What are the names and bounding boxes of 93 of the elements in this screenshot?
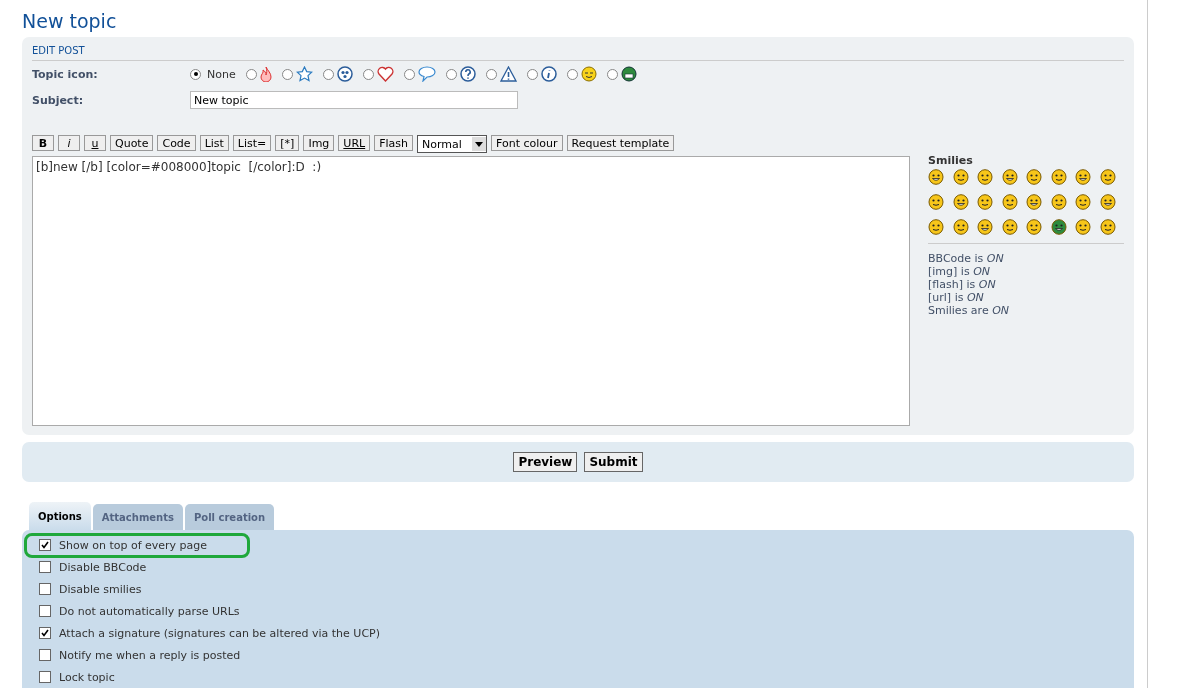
format-button[interactable]: Img: [303, 135, 335, 151]
radio-button[interactable]: [245, 68, 257, 80]
checkbox[interactable]: [39, 671, 51, 683]
format-button[interactable]: [*]: [275, 135, 300, 151]
radio-button[interactable]: [190, 68, 201, 80]
smiley-icon[interactable]: [928, 194, 944, 210]
smiley-icon[interactable]: [928, 169, 944, 185]
format-button[interactable]: Request template: [566, 135, 675, 151]
smilies-heading: Smilies: [928, 154, 974, 167]
flame-icon: [259, 66, 272, 82]
smiley-icon[interactable]: [1099, 194, 1116, 210]
smiley-icon[interactable]: [1075, 169, 1091, 185]
radio-button[interactable]: [485, 68, 497, 80]
smiley-icon[interactable]: [1001, 169, 1018, 185]
format-button[interactable]: Font colour: [491, 135, 563, 151]
smiley-icon[interactable]: [977, 219, 993, 235]
checkbox[interactable]: [39, 583, 51, 595]
smiley-icon[interactable]: [1075, 194, 1091, 210]
option-label: Notify me when a reply is posted: [59, 648, 241, 662]
status-text: [flash] is ON: [928, 278, 997, 291]
checkbox[interactable]: [39, 649, 51, 661]
smiley-icon[interactable]: [977, 194, 993, 210]
format-button[interactable]: List=: [232, 135, 272, 151]
speech-bubble-icon: [417, 66, 436, 82]
smiley-icon[interactable]: [952, 169, 969, 185]
option-label: Disable smilies: [59, 582, 142, 596]
option-label: Do not automatically parse URLs: [59, 604, 240, 618]
radiation-icon: [336, 66, 353, 82]
format-button[interactable]: Code: [157, 135, 196, 151]
smiley-icon[interactable]: [1050, 194, 1067, 210]
radio-button[interactable]: [362, 68, 374, 80]
format-button[interactable]: URL: [338, 135, 371, 151]
smiley-icon[interactable]: [928, 219, 944, 235]
smiley-icon[interactable]: [1099, 169, 1116, 185]
star-icon: [295, 66, 313, 82]
radio-button[interactable]: [322, 68, 334, 80]
radio-button[interactable]: [445, 68, 457, 80]
smiley-icon[interactable]: [1075, 219, 1091, 235]
smiley-icon[interactable]: [1001, 219, 1018, 235]
option-label: Disable BBCode: [59, 560, 147, 574]
radio-button[interactable]: [281, 68, 293, 80]
format-button[interactable]: List: [199, 135, 229, 151]
tab[interactable]: Attachments: [92, 504, 183, 530]
question-icon: [459, 66, 476, 82]
field-label: Subject:: [32, 93, 85, 107]
field-label: Topic icon:: [32, 67, 99, 81]
tab[interactable]: Options: [29, 502, 91, 530]
format-button[interactable]: i: [58, 135, 80, 151]
checkbox[interactable]: [39, 539, 51, 551]
status-text: [url] is ON: [928, 291, 985, 304]
page-title: New topic: [22, 10, 118, 32]
smiley-icon[interactable]: [1026, 194, 1042, 210]
section-heading: EDIT POST: [32, 43, 1124, 61]
smiley-icon[interactable]: [952, 219, 969, 235]
info-icon: [540, 66, 557, 82]
smiley-icon[interactable]: [1050, 219, 1067, 235]
checkbox[interactable]: [39, 627, 51, 639]
checkmark-icon: [41, 541, 49, 549]
option-label: None: [207, 67, 236, 81]
format-button[interactable]: u: [84, 135, 106, 151]
status-text: Smilies are ON: [928, 304, 1011, 317]
radio-button[interactable]: [403, 68, 415, 80]
smiley-icon[interactable]: [1026, 169, 1042, 185]
warning-icon: [499, 66, 517, 82]
font-size-select[interactable]: Normal: [417, 135, 487, 153]
checkbox[interactable]: [39, 561, 51, 573]
smiley-icon[interactable]: [1099, 219, 1116, 235]
option-label: Show on top of every page: [59, 538, 208, 552]
message-field[interactable]: [b]new [/b] [color=#008000]topic [/color]:D :): [32, 156, 910, 426]
smiley-icon: [580, 66, 597, 82]
smiley-icon[interactable]: [1026, 219, 1042, 235]
radio-button[interactable]: [606, 68, 618, 80]
action-button[interactable]: Preview: [513, 452, 578, 472]
checkmark-icon: [41, 629, 49, 637]
action-button[interactable]: Submit: [584, 452, 643, 472]
grinning-face-icon: [620, 66, 637, 82]
radio-button[interactable]: [566, 68, 578, 80]
option-label: Attach a signature (signatures can be altered via the UCP): [59, 626, 380, 640]
option-label: Lock topic: [59, 670, 115, 684]
subject-field[interactable]: New topic: [190, 91, 518, 109]
checkbox[interactable]: [39, 605, 51, 617]
smiley-icon[interactable]: [1050, 169, 1067, 185]
format-button[interactable]: Quote: [110, 135, 154, 151]
radio-button[interactable]: [526, 68, 538, 80]
format-button[interactable]: B: [32, 135, 54, 151]
tab[interactable]: Poll creation: [184, 504, 275, 530]
smiley-icon[interactable]: [977, 169, 993, 185]
smiley-icon[interactable]: [952, 194, 969, 210]
status-text: [img] is ON: [928, 265, 991, 278]
status-text: BBCode is ON: [928, 252, 1005, 265]
format-button[interactable]: Flash: [374, 135, 413, 151]
smiley-icon[interactable]: [1001, 194, 1018, 210]
heart-icon: [376, 66, 394, 82]
